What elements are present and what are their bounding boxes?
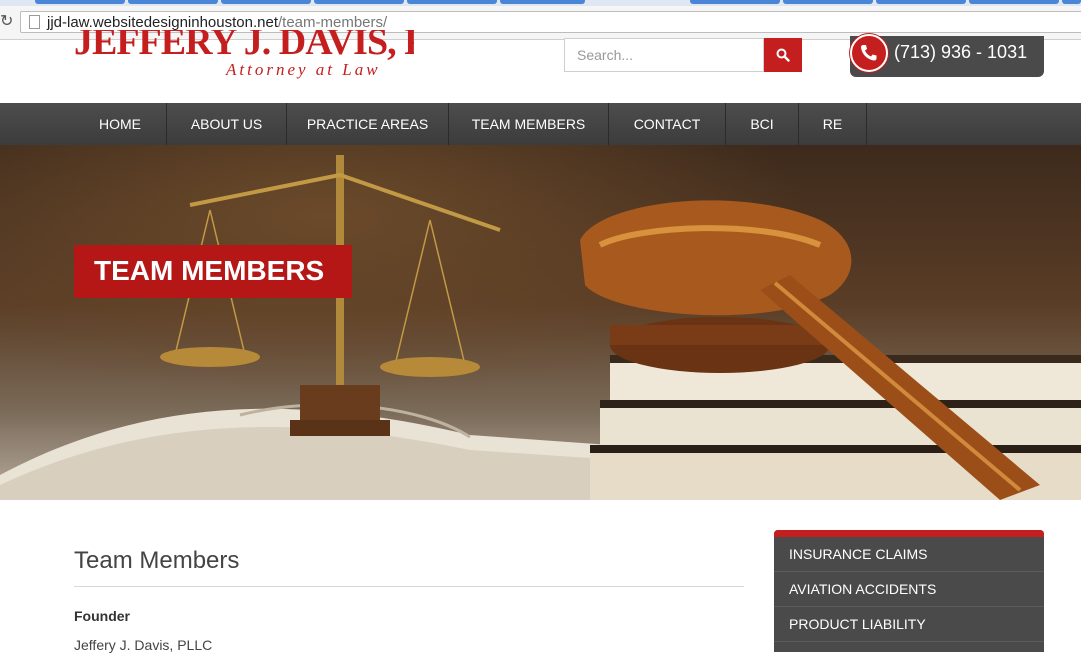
search-form <box>564 38 802 72</box>
nav-item-contact[interactable]: CONTACT <box>609 103 726 145</box>
reload-icon[interactable]: ↻ <box>0 14 13 30</box>
nav-item-about-us[interactable]: ABOUT US <box>167 103 287 145</box>
sidebar-accent-bar <box>774 530 1044 537</box>
founder-name: Jeffery J. Davis, PLLC <box>74 637 213 653</box>
search-input[interactable] <box>564 38 764 72</box>
search-button[interactable] <box>764 38 802 72</box>
nav-item-practice-areas[interactable]: PRACTICE AREAS <box>287 103 449 145</box>
logo-tagline: Attorney at Law <box>226 60 381 79</box>
phone-icon <box>850 34 888 72</box>
nav-item-re[interactable]: RE <box>799 103 867 145</box>
url-text: jjd-law.websitedesigninhouston.net/team-… <box>47 14 387 31</box>
url-path: /team-members/ <box>277 14 388 31</box>
search-icon <box>776 48 790 62</box>
main-nav: HOME ABOUT US PRACTICE AREAS TEAM MEMBER… <box>0 103 1081 145</box>
hero-image <box>0 155 1081 500</box>
nav-item-home[interactable]: HOME <box>74 103 167 145</box>
sidebar-item-product-liability[interactable]: PRODUCT LIABILITY <box>774 607 1044 642</box>
phone-banner[interactable]: (713) 936 - 1031 <box>850 34 1044 77</box>
hero-banner: TEAM MEMBERS <box>0 145 1081 500</box>
founder-label: Founder <box>74 608 130 624</box>
page-icon <box>29 15 40 29</box>
page-title: Team Members <box>74 547 240 574</box>
phone-number: (713) 936 - 1031 <box>894 42 1028 62</box>
nav-item-team-members[interactable]: TEAM MEMBERS <box>449 103 609 145</box>
sidebar-item-insurance-claims[interactable]: INSURANCE CLAIMS <box>774 537 1044 572</box>
url-domain: jjd-law.websitedesigninhouston.net <box>47 14 278 31</box>
title-divider <box>74 586 744 587</box>
hero-title: TEAM MEMBERS <box>94 255 325 286</box>
practice-sidebar: INSURANCE CLAIMS AVIATION ACCIDENTS PROD… <box>774 530 1044 652</box>
nav-item-bci[interactable]: BCI <box>726 103 799 145</box>
logo-name: JEFFERY J. DAVIS, PLLC <box>74 30 414 63</box>
sidebar-item-aviation-accidents[interactable]: AVIATION ACCIDENTS <box>774 572 1044 607</box>
hero-title-box: TEAM MEMBERS <box>74 245 352 298</box>
site-logo[interactable]: JEFFERY J. DAVIS, PLLC Attorney at Law <box>74 30 414 82</box>
